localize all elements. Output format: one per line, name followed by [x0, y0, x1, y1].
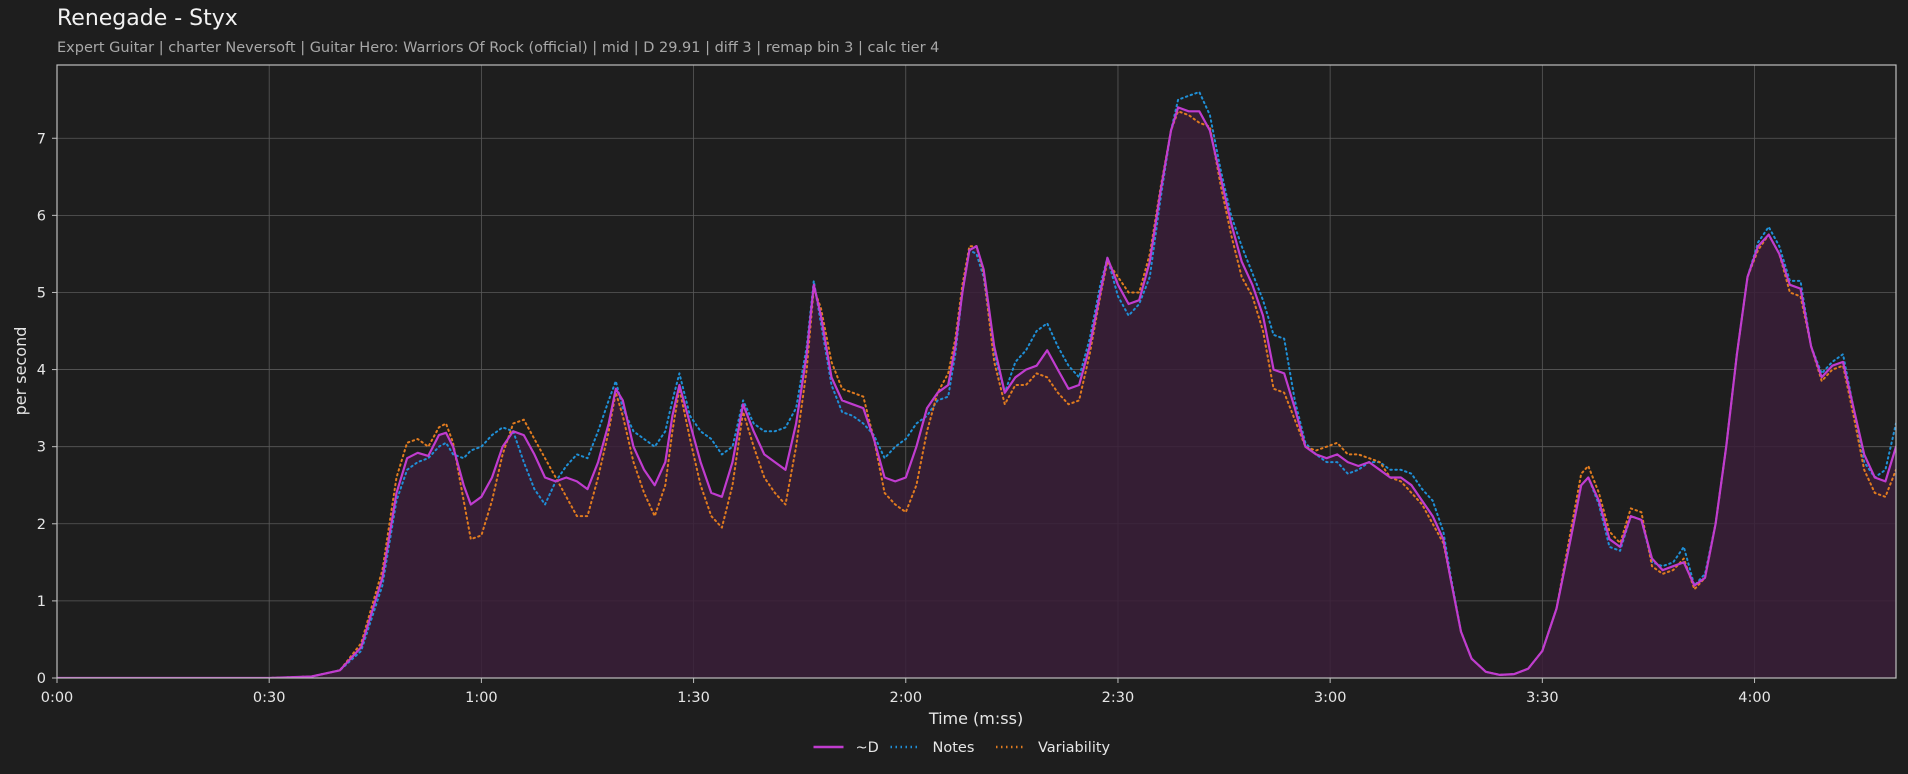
y-tick-label: 7	[37, 131, 46, 147]
y-tick-label: 5	[37, 285, 46, 301]
x-tick-label: 1:30	[677, 690, 710, 706]
y-tick-label: 2	[37, 517, 46, 533]
x-tick-label: 3:00	[1314, 690, 1347, 706]
legend-label: Notes	[933, 740, 975, 756]
x-tick-label: 0:00	[41, 690, 74, 706]
x-tick-label: 4:00	[1738, 690, 1771, 706]
series-fill-d	[57, 107, 1896, 678]
y-tick-label: 4	[37, 363, 46, 379]
x-axis-label: Time (m:ss)	[928, 709, 1023, 728]
y-axis-label: per second	[11, 327, 30, 416]
x-tick-label: 0:30	[253, 690, 286, 706]
legend-label: Variability	[1038, 740, 1111, 756]
y-tick-label: 1	[37, 594, 46, 610]
x-tick-label: 2:00	[889, 690, 922, 706]
legend-label: ~D	[856, 740, 879, 756]
y-tick-label: 6	[37, 208, 46, 224]
chart-canvas: 0:00 0:30 1:00 1:30 2:00 2:30 3:00 3:30 4:00 0 1 2 3…	[11, 64, 1897, 756]
y-tick-label: 0	[37, 671, 46, 687]
legend: ~D Notes Variability	[813, 740, 1111, 756]
plot-area	[57, 91, 1896, 678]
x-tick-label: 2:30	[1102, 690, 1135, 706]
x-tick-label: 3:30	[1526, 690, 1559, 706]
x-tick-label: 1:00	[465, 690, 498, 706]
y-tick-label: 3	[37, 440, 46, 456]
